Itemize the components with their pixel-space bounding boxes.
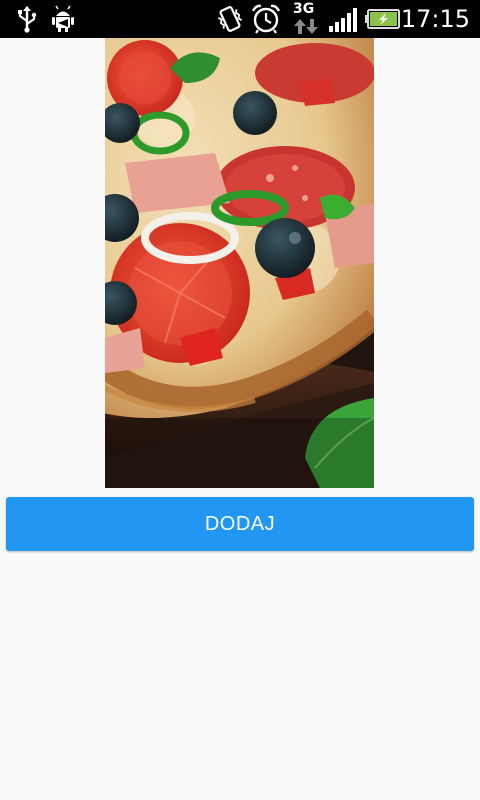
- status-bar: 3G 17:15: [0, 0, 480, 38]
- vibrate-icon: [217, 6, 243, 32]
- signal-icon: [329, 8, 357, 32]
- pizza-image: [105, 38, 374, 488]
- add-button[interactable]: DODAJ: [6, 497, 474, 551]
- alarm-icon: [251, 4, 281, 34]
- pizza-photo: [105, 38, 374, 488]
- battery-charging-icon: [365, 9, 400, 29]
- network-3g-icon: 3G: [292, 1, 320, 35]
- android-debug-icon: [52, 5, 74, 32]
- status-clock: 17:15: [400, 5, 470, 33]
- network-type-label: 3G: [293, 1, 315, 17]
- usb-icon: [18, 6, 37, 33]
